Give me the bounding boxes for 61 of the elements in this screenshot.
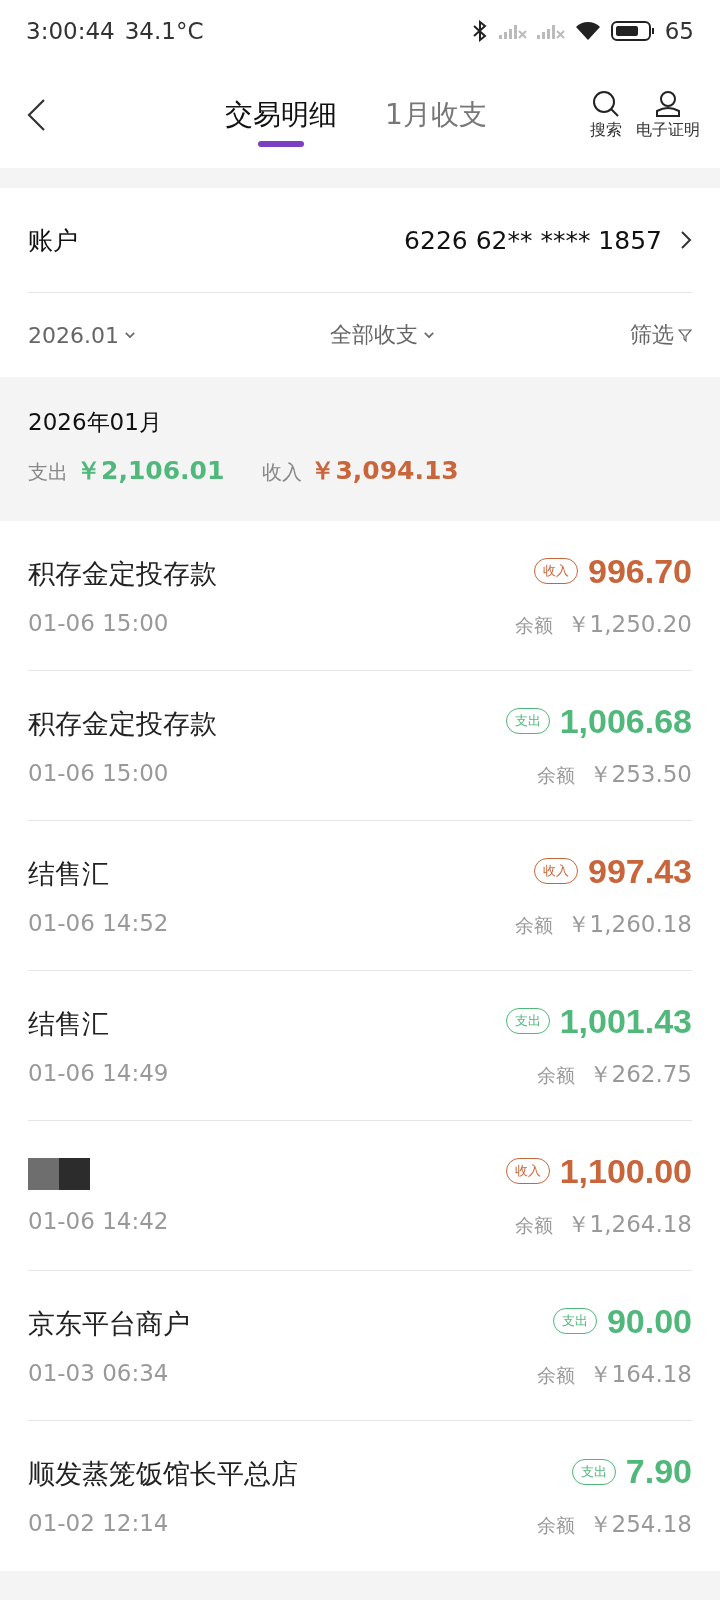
balance-amount: ￥1,264.18 [566, 1209, 692, 1239]
search-button[interactable]: 搜索 [590, 89, 622, 141]
transaction-amount: 1,100.00 [559, 1151, 692, 1191]
transaction-name: 顺发蒸笼饭馆长平总店 [28, 1457, 299, 1491]
balance-label: 余额 [536, 1362, 575, 1388]
transaction-name: 结售汇 [28, 856, 110, 891]
transaction-amount: 90.00 [606, 1301, 692, 1341]
wifi-icon [574, 21, 601, 41]
income-total: ￥3,094.13 [310, 455, 459, 487]
balance-label: 余额 [514, 912, 553, 938]
month-title: 2026年01月 [28, 408, 163, 437]
month-dropdown[interactable]: 2026.01 [28, 322, 137, 348]
transaction-amount: 1,006.68 [559, 701, 692, 741]
transaction-time: 01-06 15:00 [28, 609, 170, 636]
signal-icon [498, 22, 527, 40]
transaction-amount: 7.90 [625, 1452, 692, 1491]
transaction-time: 01-06 14:42 [28, 1207, 170, 1234]
transaction-amount: 1,001.43 [559, 1001, 692, 1041]
balance-amount: ￥1,250.20 [566, 609, 692, 639]
chevron-right-icon[interactable] [680, 230, 692, 250]
transaction-name: 京东平台商户 [28, 1306, 191, 1341]
certificate-button[interactable]: 电子证明 [636, 89, 700, 141]
transaction-name: 积存金定投存款 [28, 706, 218, 741]
redacted-name-drawing [28, 1157, 90, 1190]
transaction-time: 01-06 14:49 [28, 1059, 170, 1086]
account-label: 账户 [28, 224, 78, 257]
balance-label: 余额 [514, 612, 553, 638]
tab[interactable]: 交易明细 [225, 83, 338, 147]
balance-label: 余额 [536, 762, 575, 788]
balance-amount: ￥262.75 [588, 1059, 692, 1089]
funnel-icon [678, 328, 692, 342]
filter-button[interactable]: 筛选 [630, 320, 692, 350]
balance-amount: ￥253.50 [588, 759, 692, 789]
transaction-time: 01-03 06:34 [28, 1359, 170, 1386]
balance-amount: ￥164.18 [588, 1359, 692, 1389]
temperature: 34.1°C [124, 18, 204, 44]
transaction-time: 01-06 14:52 [28, 909, 170, 936]
back-icon[interactable] [26, 98, 46, 132]
balance-amount: ￥1,260.18 [566, 909, 692, 939]
expense-label: 支出 [28, 459, 68, 486]
signal-icon [536, 22, 565, 40]
balance-label: 余额 [536, 1062, 575, 1088]
battery-icon [610, 20, 655, 42]
balance-label: 余额 [514, 1212, 553, 1238]
person-icon [654, 89, 682, 118]
type-dropdown[interactable]: 全部收支 [330, 320, 437, 350]
expense-total: ￥2,106.01 [76, 455, 225, 487]
transaction-time: 01-06 15:00 [28, 759, 170, 786]
transaction-name: 积存金定投存款 [28, 556, 218, 591]
transaction-time: 01-02 12:14 [28, 1510, 170, 1536]
tab[interactable]: 1月收支 [385, 83, 487, 147]
account-number[interactable]: 6226 62** **** 1857 [404, 225, 662, 255]
income-label: 收入 [262, 459, 303, 486]
clock: 3:00:44 [26, 18, 115, 44]
battery-percent: 65 [664, 18, 694, 44]
transaction-name: 结售汇 [28, 1006, 110, 1041]
transaction-amount: 996.70 [588, 551, 692, 591]
search-icon [592, 89, 620, 118]
balance-amount: ￥254.18 [588, 1510, 692, 1539]
transaction-amount: 997.43 [588, 851, 692, 891]
balance-label: 余额 [536, 1513, 575, 1538]
